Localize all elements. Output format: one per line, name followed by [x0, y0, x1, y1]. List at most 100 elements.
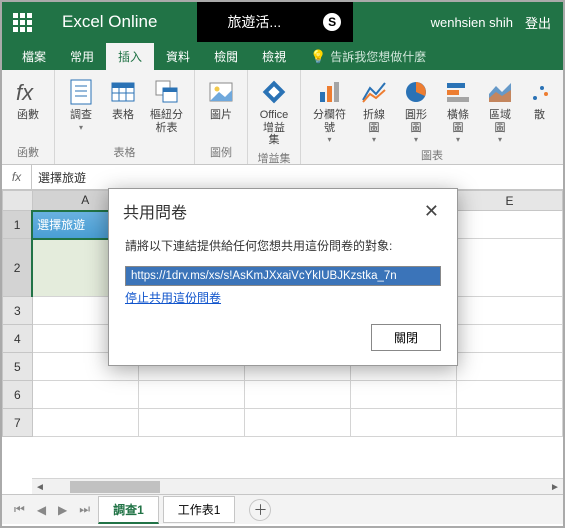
scroll-left-icon[interactable]: ◄	[32, 479, 48, 494]
sheet-tab-2[interactable]: 工作表1	[163, 496, 236, 523]
survey-button[interactable]: 調查 ▾	[61, 74, 101, 143]
cell[interactable]	[350, 381, 456, 409]
cell[interactable]	[32, 409, 138, 437]
chevron-down-icon: ▾	[498, 135, 502, 144]
share-survey-dialog: 共用問卷 ✕ 請將以下連結提供給任何您想共用這份問卷的對象: https://1…	[108, 188, 458, 366]
cell[interactable]	[350, 409, 456, 437]
group-charts-label: 圖表	[307, 146, 557, 165]
picture-icon	[205, 76, 237, 108]
stop-sharing-link[interactable]: 停止共用這份問卷	[125, 291, 221, 305]
line-chart-icon	[358, 76, 390, 108]
function-icon: fx	[12, 76, 44, 108]
cell[interactable]	[456, 381, 562, 409]
group-illus-label: 圖例	[201, 143, 241, 162]
row-header-6[interactable]: 6	[3, 381, 33, 409]
column-chart-icon	[314, 76, 346, 108]
cell[interactable]	[138, 409, 244, 437]
survey-icon	[65, 76, 97, 108]
app-title: Excel Online	[42, 12, 197, 32]
chevron-down-icon: ▾	[456, 135, 460, 144]
sheet-nav-first[interactable]: ⏮	[10, 502, 29, 517]
cell[interactable]	[244, 409, 350, 437]
cell[interactable]	[244, 381, 350, 409]
addins-icon	[258, 76, 290, 108]
table-button[interactable]: 表格	[103, 74, 143, 143]
tab-view[interactable]: 檢視	[250, 43, 298, 70]
skype-icon: S	[323, 13, 341, 31]
table-icon	[107, 76, 139, 108]
cell[interactable]	[456, 297, 562, 325]
bulb-icon: 💡	[310, 49, 326, 65]
row-header-2[interactable]: 2	[3, 239, 33, 297]
user-name[interactable]: wenhsien shih	[431, 15, 513, 30]
sheet-tab-1[interactable]: 調查1	[98, 496, 159, 524]
cell[interactable]	[138, 381, 244, 409]
sheet-tabs: ⏮ ◀ ▶ ⏭ 調查1 工作表1 ＋	[2, 494, 563, 524]
cell[interactable]	[32, 381, 138, 409]
column-chart-button[interactable]: 分欄符號 ▾	[307, 74, 352, 146]
scroll-thumb[interactable]	[70, 481, 160, 493]
scatter-chart-icon	[524, 76, 556, 108]
pie-chart-icon	[400, 76, 432, 108]
tab-insert[interactable]: 插入	[106, 43, 154, 70]
group-fx-label: 函數	[8, 143, 48, 162]
close-button[interactable]: 關閉	[371, 324, 441, 351]
chevron-down-icon: ▾	[79, 123, 83, 132]
ribbon-tabs: 檔案 常用 插入 資料 檢閱 檢視 💡 告訴我您想做什麼	[2, 42, 563, 70]
tab-file[interactable]: 檔案	[10, 43, 58, 70]
cell[interactable]	[456, 211, 562, 239]
group-addins-label: 增益集	[254, 149, 294, 168]
select-all-corner[interactable]	[3, 191, 33, 211]
tell-me-label: 告訴我您想做什麼	[330, 48, 426, 65]
chevron-down-icon: ▾	[414, 135, 418, 144]
tab-home[interactable]: 常用	[58, 43, 106, 70]
sheet-nav-prev[interactable]: ◀	[33, 503, 50, 517]
document-title[interactable]: 旅遊活...	[197, 2, 311, 42]
formula-input[interactable]: 選擇旅遊	[32, 169, 563, 186]
tell-me[interactable]: 💡 告訴我您想做什麼	[298, 43, 438, 70]
skype-button[interactable]: S	[311, 2, 353, 42]
waffle-icon	[13, 13, 32, 32]
signout-link[interactable]: 登出	[525, 13, 551, 32]
area-chart-icon	[484, 76, 516, 108]
dialog-message: 請將以下連結提供給任何您想共用這份問卷的對象:	[125, 237, 441, 254]
dialog-title: 共用問卷	[123, 199, 420, 223]
bar-chart-button[interactable]: 橫條圖 ▾	[438, 74, 478, 146]
sheet-nav-last[interactable]: ⏭	[75, 502, 94, 517]
formula-bar: fx 選擇旅遊	[2, 165, 563, 190]
cell[interactable]	[456, 409, 562, 437]
pie-chart-button[interactable]: 圓形圖 ▾	[396, 74, 436, 146]
function-button[interactable]: fx 函數	[8, 74, 48, 143]
pivot-icon	[151, 76, 183, 108]
add-sheet-button[interactable]: ＋	[249, 499, 271, 521]
scatter-chart-button[interactable]: 散	[522, 74, 557, 146]
area-chart-button[interactable]: 區域圖 ▾	[480, 74, 520, 146]
cell[interactable]	[456, 325, 562, 353]
group-tables-label: 表格	[61, 143, 188, 162]
pivot-button[interactable]: 樞紐分析表	[145, 74, 188, 143]
cell[interactable]	[456, 353, 562, 381]
svg-text:fx: fx	[16, 80, 34, 105]
fx-label: fx	[2, 165, 32, 189]
tab-review[interactable]: 檢閱	[202, 43, 250, 70]
sheet-nav-next[interactable]: ▶	[54, 503, 71, 517]
chevron-down-icon: ▾	[328, 135, 332, 144]
app-launcher[interactable]	[2, 2, 42, 42]
picture-button[interactable]: 圖片	[201, 74, 241, 143]
share-url-input[interactable]: https://1drv.ms/xs/s!AsKmJXxaiVcYkIUBJKz…	[125, 266, 441, 286]
close-icon[interactable]: ✕	[420, 201, 443, 222]
row-header-4[interactable]: 4	[3, 325, 33, 353]
cell[interactable]	[456, 239, 562, 297]
row-header-5[interactable]: 5	[3, 353, 33, 381]
line-chart-button[interactable]: 折線圖 ▾	[354, 74, 394, 146]
row-header-7[interactable]: 7	[3, 409, 33, 437]
scroll-right-icon[interactable]: ►	[547, 479, 563, 494]
row-header-1[interactable]: 1	[3, 211, 33, 239]
ribbon: fx 函數 函數 調查 ▾ 表格 樞紐分析表 表格	[2, 70, 563, 165]
horizontal-scrollbar[interactable]: ◄ ►	[32, 478, 563, 494]
row-header-3[interactable]: 3	[3, 297, 33, 325]
col-header-e[interactable]: E	[456, 191, 562, 211]
tab-data[interactable]: 資料	[154, 43, 202, 70]
office-addins-button[interactable]: Office 增益集	[254, 74, 294, 149]
bar-chart-icon	[442, 76, 474, 108]
